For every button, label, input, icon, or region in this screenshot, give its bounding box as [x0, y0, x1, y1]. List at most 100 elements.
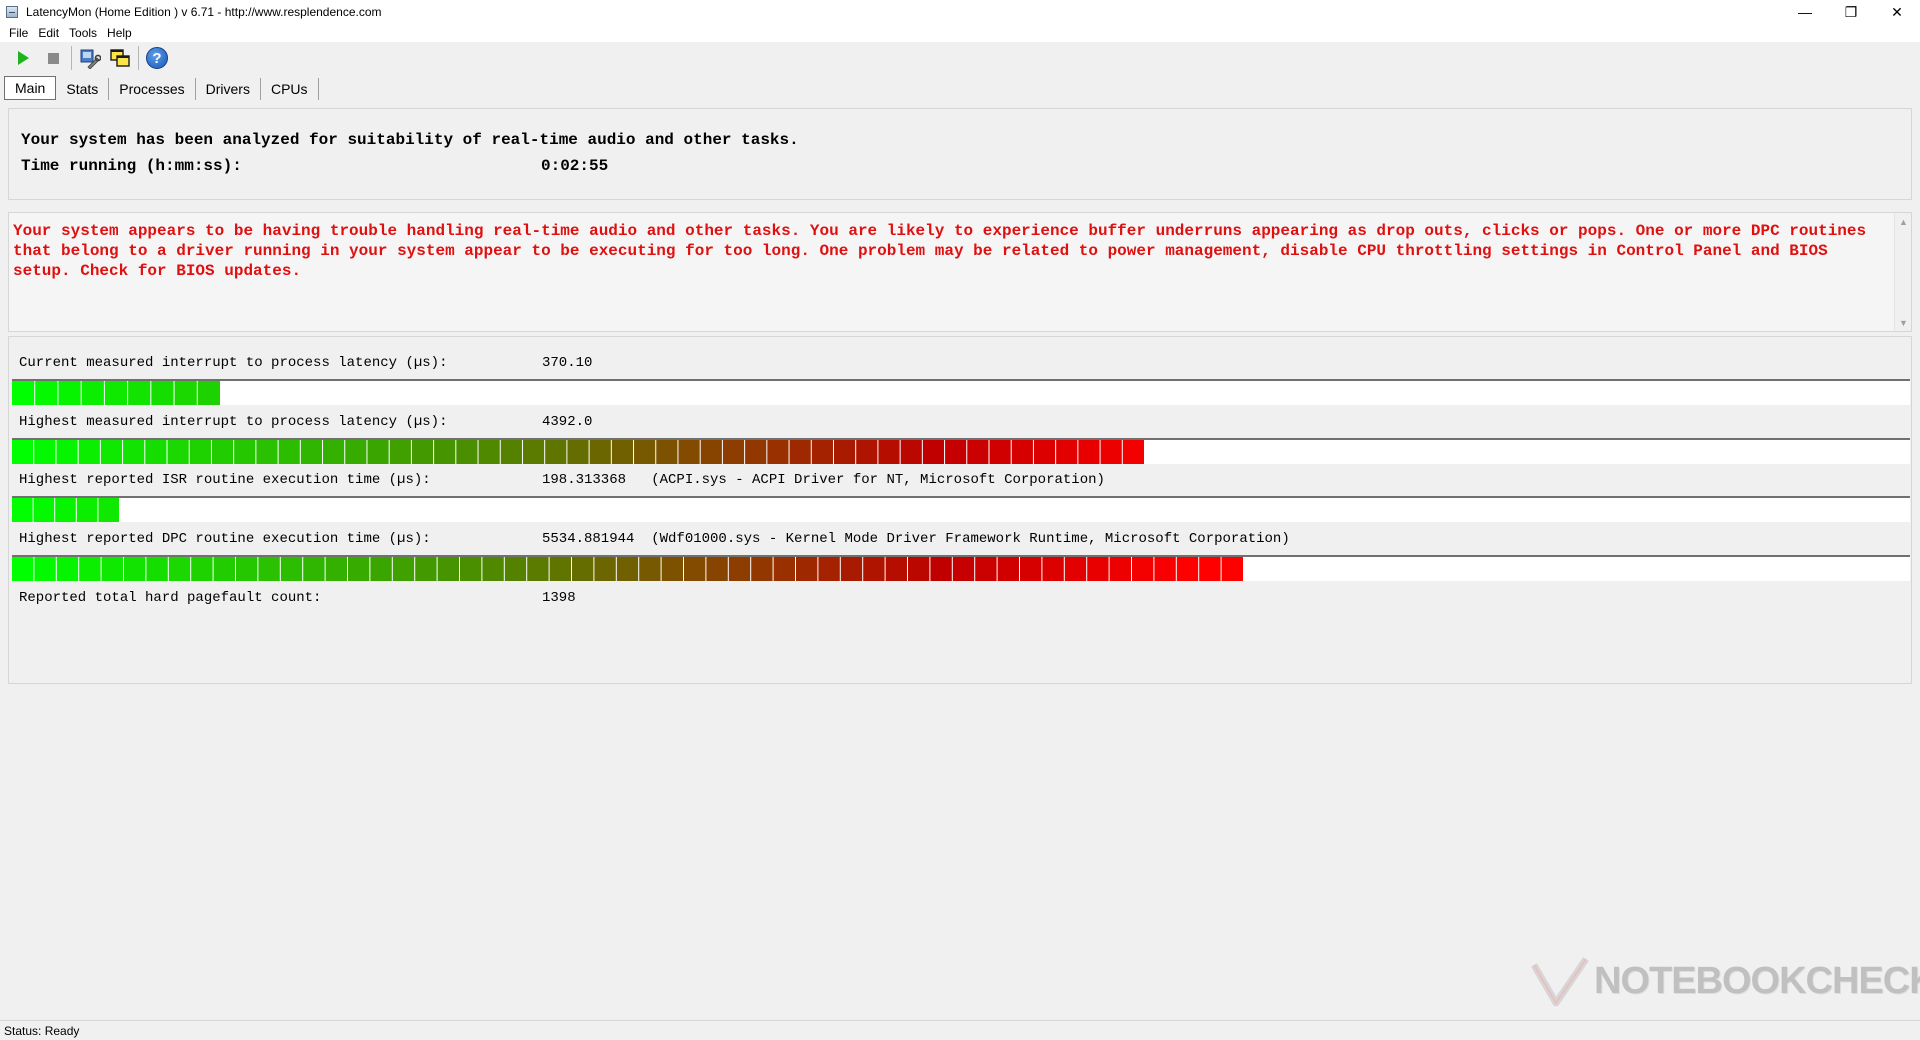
windows-icon: [110, 49, 130, 67]
current-latency-bar: [12, 381, 221, 405]
play-icon: [17, 51, 29, 65]
meter-segment: [437, 557, 459, 581]
meter-segment: [989, 440, 1011, 464]
stop-button[interactable]: [38, 44, 68, 72]
meter-segment: [840, 557, 863, 581]
meter-segment: [1033, 440, 1056, 464]
meter-segment: [856, 440, 878, 464]
tab-processes[interactable]: Processes: [109, 78, 196, 100]
meter-segment: [34, 557, 56, 581]
scroll-up-icon[interactable]: ▲: [1895, 213, 1912, 230]
meter-segment: [1078, 440, 1100, 464]
meter-segment: [278, 440, 300, 464]
tab-drivers[interactable]: Drivers: [196, 78, 261, 100]
tab-stats[interactable]: Stats: [56, 78, 110, 100]
meter-segment: [280, 557, 303, 581]
meter-segment: [300, 440, 323, 464]
meter-segment: [572, 557, 594, 581]
dpc-time-value: 5534.881944 (Wdf01000.sys - Kernel Mode …: [542, 531, 1290, 547]
meter-segment: [589, 440, 611, 464]
meter-segment: [678, 440, 700, 464]
menu-bar: File Edit Tools Help: [0, 24, 1920, 42]
meter-segment: [878, 440, 900, 464]
status-text: Status: Ready: [4, 1023, 80, 1038]
meter-segment: [789, 440, 811, 464]
meter-segment: [348, 557, 370, 581]
menu-edit[interactable]: Edit: [33, 26, 64, 40]
meter-segment: [908, 557, 930, 581]
warning-panel: Your system appears to be having trouble…: [8, 212, 1912, 332]
meter-segment: [168, 557, 191, 581]
minimize-button[interactable]: —: [1782, 0, 1828, 24]
meter-segment: [700, 440, 722, 464]
meter-segment: [1221, 557, 1243, 581]
dpc-time-meter: [12, 555, 1910, 581]
meter-segment: [639, 557, 661, 581]
meter-segment: [722, 440, 745, 464]
scroll-down-icon[interactable]: ▼: [1895, 314, 1912, 331]
metrics-panel: Current measured interrupt to process la…: [8, 336, 1912, 684]
menu-file[interactable]: File: [4, 26, 33, 40]
meter-segment: [123, 440, 145, 464]
meter-segment: [415, 557, 437, 581]
meter-segments: [12, 440, 1144, 464]
meter-segment: [500, 440, 522, 464]
meter-segment: [1154, 557, 1176, 581]
window-controls: — ❐ ✕: [1782, 0, 1920, 24]
meter-segment: [411, 440, 434, 464]
meter-segment: [456, 440, 478, 464]
meter-segment: [1100, 440, 1122, 464]
meter-segment: [1176, 557, 1199, 581]
meter-segment: [863, 557, 885, 581]
meter-segment: [12, 557, 34, 581]
meter-segment: [104, 381, 128, 405]
meter-segment: [189, 440, 211, 464]
meter-segments: [12, 381, 220, 405]
meter-segment: [684, 557, 706, 581]
meter-segment: [167, 440, 189, 464]
meter-segment: [55, 498, 76, 522]
notebookcheck-logo-icon: [1530, 957, 1589, 1007]
windows-button[interactable]: [105, 44, 135, 72]
meter-segment: [1122, 440, 1144, 464]
menu-tools[interactable]: Tools: [64, 26, 102, 40]
meter-segment: [174, 381, 197, 405]
meter-segment: [922, 440, 945, 464]
meter-segment: [434, 440, 456, 464]
meter-segment: [12, 440, 34, 464]
menu-help[interactable]: Help: [102, 26, 137, 40]
close-button[interactable]: ✕: [1874, 0, 1920, 24]
meter-segment: [145, 440, 167, 464]
meter-segment: [325, 557, 347, 581]
meter-segment: [706, 557, 728, 581]
help-button[interactable]: ?: [142, 44, 172, 72]
meter-segment: [56, 440, 78, 464]
help-icon: ?: [146, 47, 168, 69]
current-latency-meter: [12, 379, 1910, 405]
restore-button[interactable]: ❐: [1828, 0, 1874, 24]
wrench-button[interactable]: [75, 44, 105, 72]
highest-latency-value: 4392.0: [542, 414, 593, 430]
meter-segment: [482, 557, 504, 581]
warning-scrollbar[interactable]: ▲ ▼: [1894, 213, 1911, 331]
meter-segment: [945, 440, 967, 464]
meter-segment: [545, 440, 567, 464]
time-running-value: 0:02:55: [541, 157, 609, 175]
start-button[interactable]: [8, 44, 38, 72]
meter-segment: [303, 557, 325, 581]
tab-main[interactable]: Main: [4, 76, 57, 100]
isr-time-bar: [12, 498, 120, 522]
title-bar: LatencyMon (Home Edition ) v 6.71 - http…: [0, 0, 1920, 24]
meter-segment: [1011, 440, 1033, 464]
meter-segment: [751, 557, 773, 581]
meter-segment: [1199, 557, 1221, 581]
highest-latency-meter: [12, 438, 1910, 464]
pagefault-label: Reported total hard pagefault count:: [19, 590, 322, 606]
meter-segment: [81, 381, 104, 405]
tab-cpus[interactable]: CPUs: [261, 78, 319, 100]
meter-segment: [389, 440, 411, 464]
meter-segment: [56, 557, 79, 581]
time-running-label: Time running (h:mm:ss):: [21, 157, 242, 175]
meter-segments: [12, 498, 119, 522]
meter-segment: [930, 557, 952, 581]
